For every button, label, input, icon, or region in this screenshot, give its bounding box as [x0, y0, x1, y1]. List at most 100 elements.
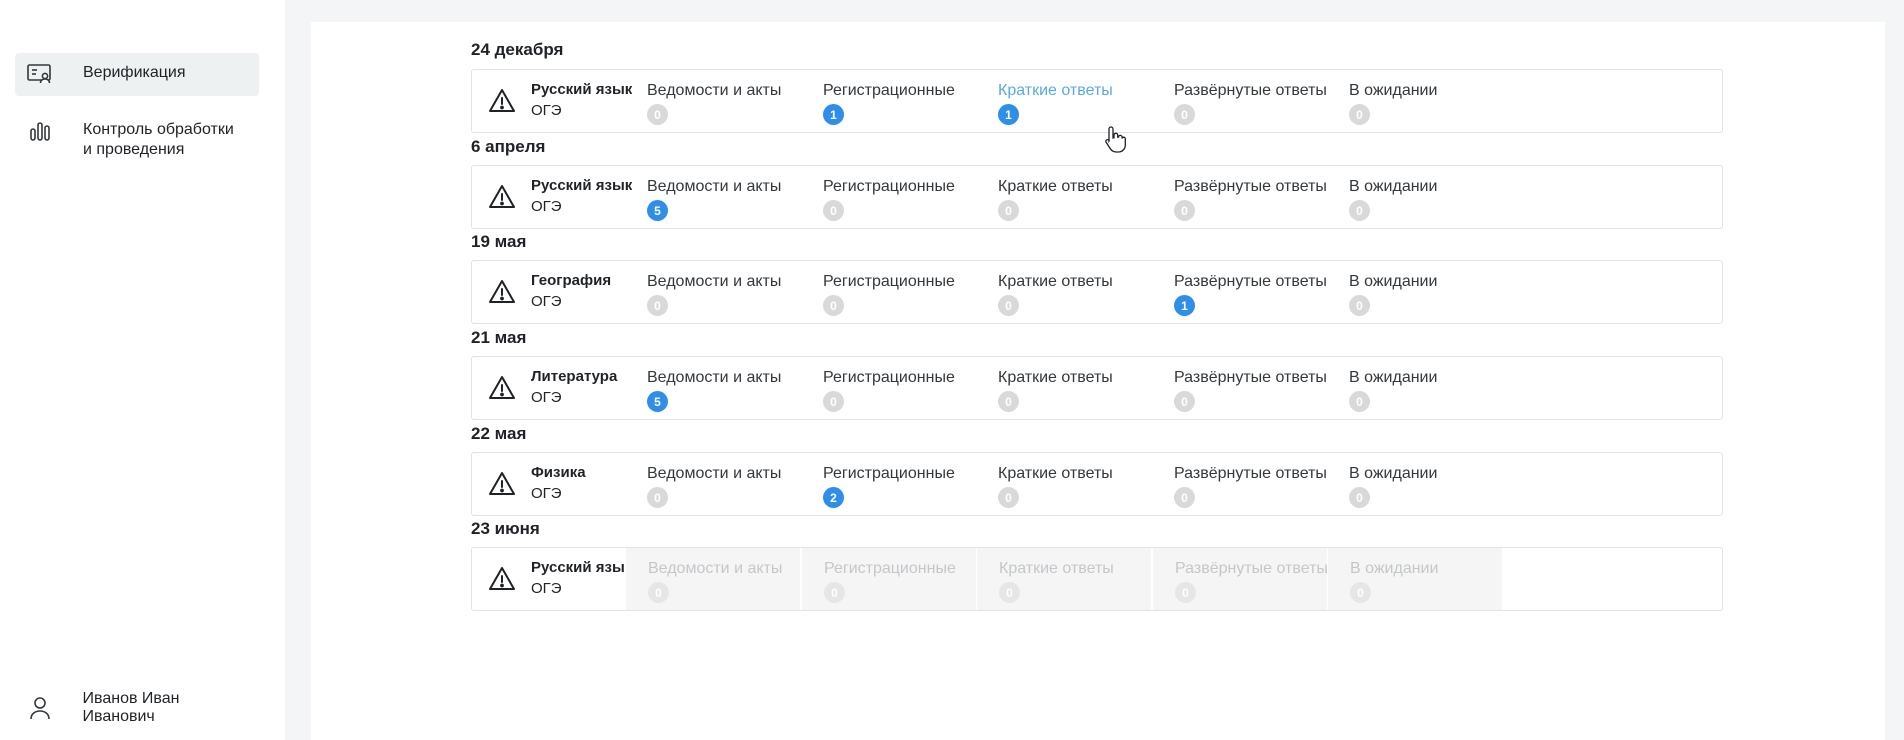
stage-cell[interactable]: Краткие ответы 0 — [976, 261, 1151, 323]
stage-label: Ведомости и акты — [648, 560, 783, 577]
day-title: 21 мая — [471, 328, 527, 347]
exam-card[interactable]: Физика ОГЭ Ведомости и акты 0 Регистрационны… — [471, 452, 1723, 516]
stage-label: В ожидании — [1349, 82, 1438, 99]
count-badge: 5 — [647, 200, 668, 221]
stage-label: Ведомости и акты — [647, 273, 782, 290]
stage-cell[interactable]: В ожидании 0 — [1327, 70, 1502, 132]
stage-cell[interactable]: Регистрационные 0 — [801, 261, 976, 323]
exam-type: ОГЭ — [531, 293, 562, 310]
stage-cell[interactable]: Развёрнутые ответы 0 — [1152, 166, 1327, 228]
stage-label: Ведомости и акты — [647, 82, 782, 99]
day-title: 6 апреля — [471, 137, 546, 156]
stage-label: Развёрнутые ответы — [1174, 273, 1327, 290]
stage-cell[interactable]: В ожидании 0 — [1327, 261, 1502, 323]
count-badge: 2 — [823, 487, 844, 508]
day-title: 22 мая — [471, 424, 527, 443]
count-badge: 5 — [647, 391, 668, 412]
stage-cell[interactable]: Развёрнутые ответы 0 — [1152, 70, 1327, 132]
stage-label: Ведомости и акты — [647, 178, 782, 195]
exam-card[interactable]: Литература ОГЭ Ведомости и акты 5 Регистраци… — [471, 356, 1723, 420]
count-badge: 0 — [999, 582, 1020, 603]
stage-cell[interactable]: Краткие ответы 0 — [976, 453, 1151, 515]
exam-card[interactable]: География ОГЭ Ведомости и акты 0 Регистрацио… — [471, 260, 1723, 324]
stage-cell[interactable]: Развёрнутые ответы 0 — [1152, 357, 1327, 419]
stage-label: В ожидании — [1350, 560, 1439, 577]
bar-chart-icon — [27, 120, 53, 142]
stage-label: Краткие ответы — [998, 369, 1113, 386]
day-title: 23 июня — [471, 519, 540, 538]
warning-icon — [488, 183, 516, 211]
sidebar-item-control[interactable]: Контроль обработки и проведения — [15, 110, 259, 160]
stage-cell[interactable]: Регистрационные 0 — [801, 548, 976, 610]
stage-cell[interactable]: Ведомости и акты 0 — [625, 453, 800, 515]
stage-label: Развёрнутые ответы — [1174, 369, 1327, 386]
stage-cell[interactable]: Ведомости и акты 0 — [625, 70, 800, 132]
id-card-icon — [27, 63, 53, 85]
stage-cell[interactable]: Ведомости и акты 0 — [625, 261, 800, 323]
user-name: Иванов Иван Иванович — [82, 690, 180, 725]
count-badge: 0 — [998, 200, 1019, 221]
stage-label: Краткие ответы — [998, 178, 1113, 195]
count-badge: 0 — [998, 391, 1019, 412]
stage-cell[interactable]: В ожидании 0 — [1327, 357, 1502, 419]
subject-name: Русский язык — [531, 81, 633, 98]
verification-list: 24 декабря Русский язык ОГЭ Ведомости и акт… — [311, 22, 1885, 740]
sidebar-item-label: Контроль обработки и проведения — [83, 121, 234, 158]
sidebar: Верификация Контроль обработки и проведе… — [0, 0, 285, 740]
count-badge: 1 — [998, 104, 1019, 125]
stage-label: Краткие ответы — [998, 465, 1113, 482]
count-badge: 0 — [998, 487, 1019, 508]
stage-cell[interactable]: Краткие ответы 0 — [976, 357, 1151, 419]
stage-cell[interactable]: Регистрационные 0 — [801, 166, 976, 228]
count-badge: 1 — [1174, 295, 1195, 316]
exam-type: ОГЭ — [531, 198, 562, 215]
sidebar-item-verification[interactable]: Верификация — [15, 53, 259, 96]
count-badge: 0 — [1349, 295, 1370, 316]
count-badge: 0 — [998, 295, 1019, 316]
stage-cell[interactable]: Регистрационные 2 — [801, 453, 976, 515]
day-title: 24 декабря — [471, 40, 564, 59]
exam-card[interactable]: Русский язык ОГЭ Ведомости и акты 5 Регистра… — [471, 165, 1723, 229]
count-badge: 0 — [1174, 391, 1195, 412]
warning-icon — [488, 470, 516, 498]
stage-label: Ведомости и акты — [647, 465, 782, 482]
stage-label: Краткие ответы — [998, 82, 1113, 99]
subject-name: Литература — [531, 368, 618, 385]
stage-cell[interactable]: Регистрационные 1 — [801, 70, 976, 132]
stage-label: Краткие ответы — [998, 273, 1113, 290]
sidebar-item-label: Верификация — [83, 64, 186, 81]
exam-card[interactable]: Русский язык ОГЭ Ведомости и акты 0 Регистра… — [471, 69, 1723, 133]
stage-cell[interactable]: В ожидании 0 — [1327, 166, 1502, 228]
count-badge: 0 — [1174, 200, 1195, 221]
stage-cell[interactable]: В ожидании 0 — [1327, 548, 1502, 610]
count-badge: 0 — [1174, 104, 1195, 125]
subject-name: Физика — [531, 464, 586, 481]
warning-icon — [488, 565, 516, 593]
count-badge: 0 — [647, 295, 668, 316]
stage-cell[interactable]: Ведомости и акты 5 — [625, 166, 800, 228]
stage-cell[interactable]: В ожидании 0 — [1327, 453, 1502, 515]
stage-cell[interactable]: Краткие ответы 0 — [976, 166, 1151, 228]
stage-cell[interactable]: Развёрнутые ответы 1 — [1152, 261, 1327, 323]
stage-label: Регистрационные — [823, 465, 955, 482]
stage-cell[interactable]: Ведомости и акты 0 — [625, 548, 800, 610]
stage-cell[interactable]: Ведомости и акты 5 — [625, 357, 800, 419]
exam-subject: Литература ОГЭ — [531, 367, 617, 409]
exam-type: ОГЭ — [531, 580, 562, 597]
stage-cell[interactable]: Развёрнутые ответы 0 — [1152, 548, 1328, 610]
stage-cell[interactable]: Краткие ответы 1 — [976, 70, 1151, 132]
user-profile[interactable]: Иванов Иван Иванович — [15, 690, 265, 726]
count-badge: 0 — [647, 104, 668, 125]
stage-label: В ожидании — [1349, 273, 1438, 290]
user-icon — [27, 695, 53, 721]
exam-type: ОГЭ — [531, 485, 562, 502]
count-badge: 0 — [823, 391, 844, 412]
stage-label: В ожидании — [1349, 465, 1438, 482]
stage-cell[interactable]: Регистрационные 0 — [801, 357, 976, 419]
stage-cell[interactable]: Краткие ответы 0 — [976, 548, 1151, 610]
exam-card[interactable]: Русский язык ОГЭ Ведомости и акты 0 Регистра… — [471, 547, 1723, 611]
count-badge: 0 — [647, 487, 668, 508]
exam-subject: География ОГЭ — [531, 271, 611, 313]
stage-cell[interactable]: Развёрнутые ответы 0 — [1152, 453, 1327, 515]
subject-name: Русский язык — [531, 559, 633, 576]
